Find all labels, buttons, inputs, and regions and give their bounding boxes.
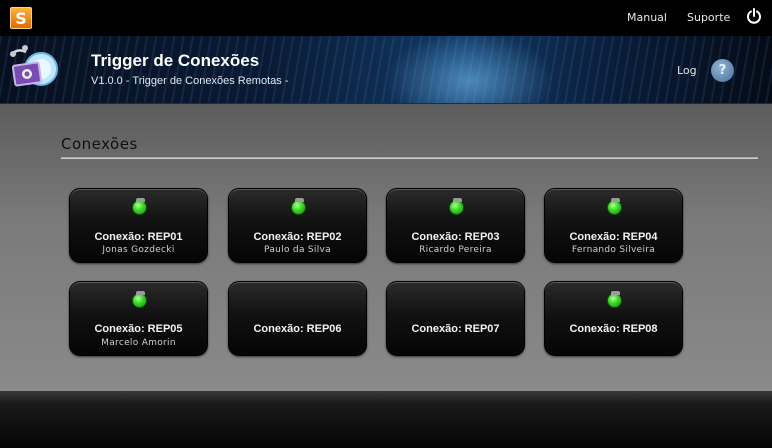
connection-card-rep04[interactable]: Conexão: REP04 Fernando Silveira [544,188,683,263]
connection-name: Conexão: REP05 [94,323,183,335]
connection-name: Conexão: REP08 [569,323,658,335]
suporte-link[interactable]: Suporte [687,11,730,24]
app-header: Trigger de Conexões V1.0.0 - Trigger de … [0,36,772,103]
status-led-icon [132,198,147,215]
connection-card-rep07[interactable]: Conexão: REP07 [386,281,525,356]
top-bar: S Manual Suporte [0,0,772,36]
app-subtitle: V1.0.0 - Trigger de Conexões Remotas - [91,75,289,87]
network-monitor-icon [10,45,58,87]
connection-name: Conexão: REP04 [569,231,658,243]
connection-card-rep01[interactable]: Conexão: REP01 Jonas Gozdecki [69,188,208,263]
section-divider [61,157,758,158]
log-link[interactable]: Log [677,64,697,77]
help-button[interactable]: ? [711,59,734,82]
status-led-icon [449,198,464,215]
connection-user: Ricardo Pereira [419,245,492,255]
status-led-icon [291,198,306,215]
power-icon[interactable] [746,8,762,24]
connection-card-rep06[interactable]: Conexão: REP06 [228,281,367,356]
footer-bar [0,391,772,448]
connection-card-rep08[interactable]: Conexão: REP08 [544,281,683,356]
app-logo-icon[interactable]: S [10,7,32,29]
main-content: Conexões Conexão: REP01 Jonas Gozdecki C… [0,103,772,392]
connection-card-rep03[interactable]: Conexão: REP03 Ricardo Pereira [386,188,525,263]
connection-name: Conexão: REP07 [411,323,500,335]
connection-user: Fernando Silveira [571,245,656,255]
connection-name: Conexão: REP02 [253,231,342,243]
section-title: Conexões [61,135,138,153]
connection-card-rep05[interactable]: Conexão: REP05 Marcelo Amorin [69,281,208,356]
status-led-icon [607,198,622,215]
app-title: Trigger de Conexões [91,51,260,70]
manual-link[interactable]: Manual [627,11,667,24]
connection-name: Conexão: REP03 [411,231,500,243]
connection-user: Marcelo Amorin [101,338,176,348]
status-led-icon [132,291,147,308]
connection-name: Conexão: REP06 [253,323,342,335]
status-led-icon [607,291,622,308]
connection-user: Jonas Gozdecki [102,245,175,255]
connection-name: Conexão: REP01 [94,231,183,243]
connection-user: Paulo da Silva [264,245,331,255]
connection-card-rep02[interactable]: Conexão: REP02 Paulo da Silva [228,188,367,263]
